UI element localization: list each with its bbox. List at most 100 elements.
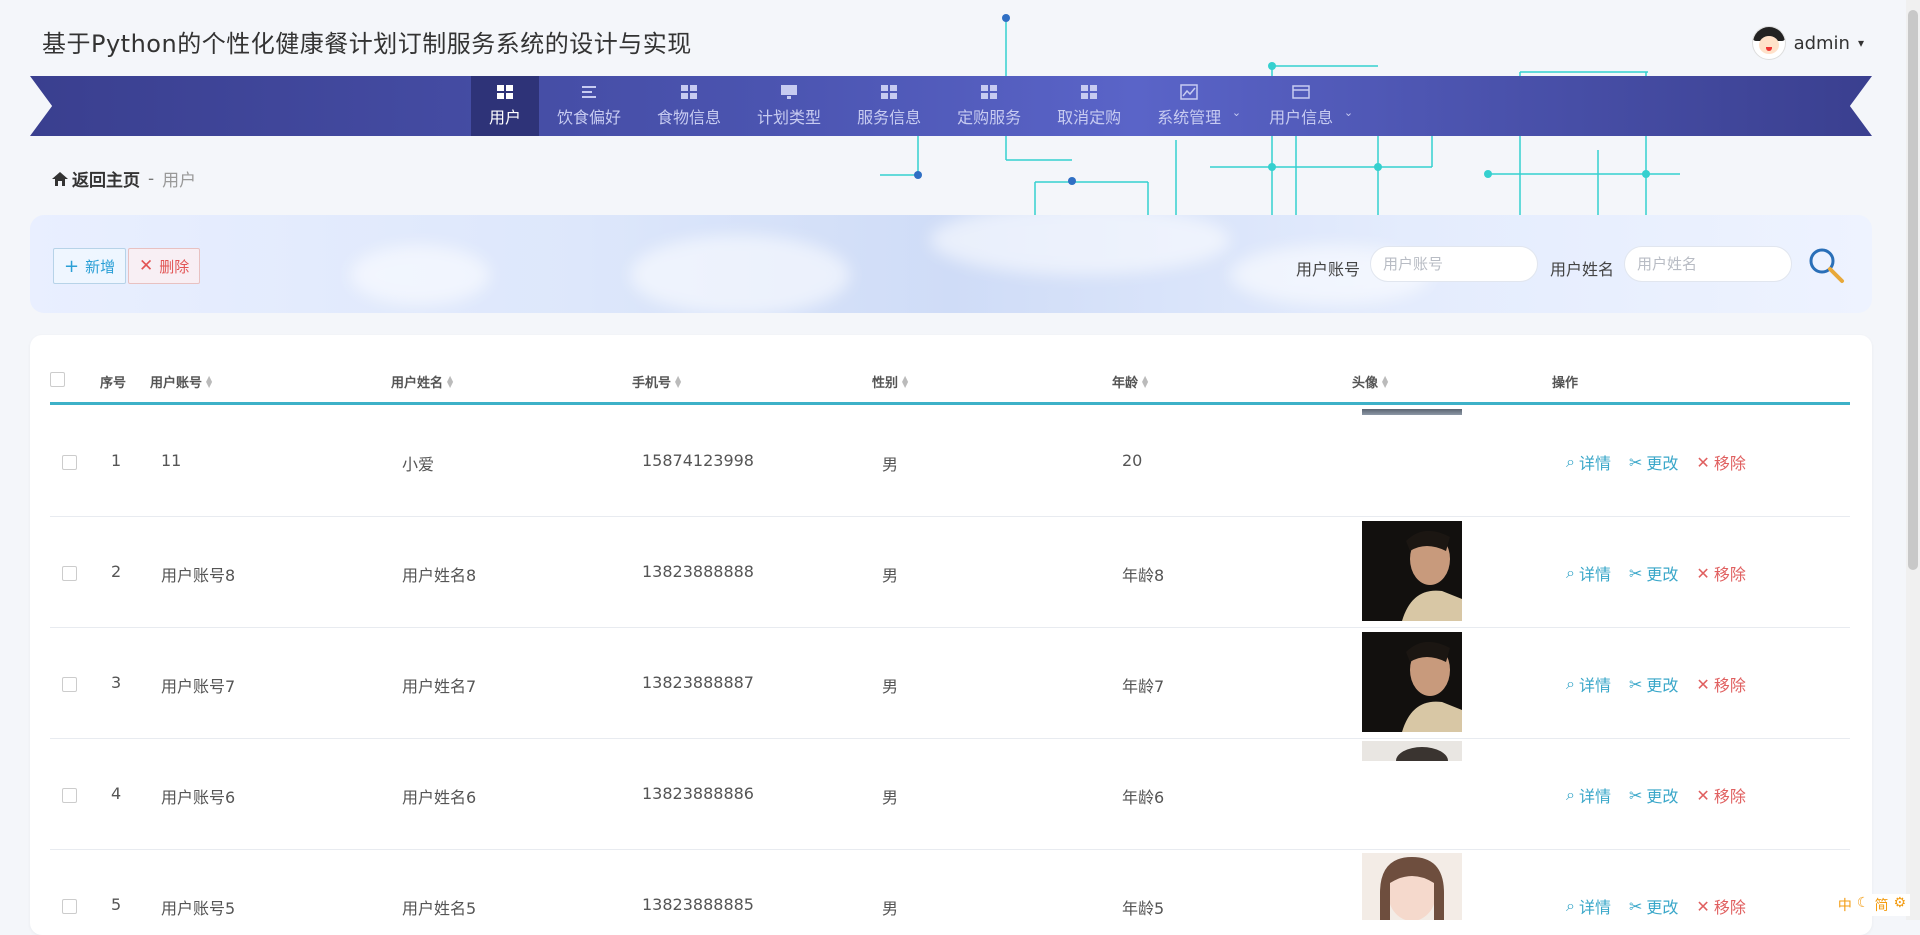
table-row: 5 用户账号5 用户姓名5 13823888885 男 年龄5 ⌕ 详情 ✂ 更改 …	[50, 849, 1850, 920]
chevron-down-icon: ▾	[1857, 36, 1864, 50]
column-header-account[interactable]: 用户账号 ▲ ▼	[150, 372, 212, 391]
cell-no: 1	[111, 451, 122, 470]
detail-button[interactable]: ⌕ 详情	[1566, 783, 1611, 807]
nav-item-plan-type[interactable]: 计划类型	[739, 76, 839, 136]
search-icon: ⌕	[1566, 452, 1575, 471]
close-icon: ✕	[1696, 452, 1710, 472]
sort-icon: ▲ ▼	[206, 373, 213, 389]
breadcrumb: 返回主页 - 用户	[52, 166, 196, 191]
sort-icon: ▲ ▼	[1142, 373, 1149, 389]
nav-item-order-service[interactable]: 定购服务	[939, 76, 1039, 136]
chevron-down-icon: ⌄	[1231, 106, 1242, 119]
name-search-input[interactable]	[1624, 246, 1792, 282]
sort-icon: ▲ ▼	[902, 373, 909, 389]
detail-button[interactable]: ⌕ 详情	[1566, 894, 1611, 918]
cell-account: 用户账号7	[161, 677, 236, 696]
list-icon	[582, 86, 597, 98]
delete-button[interactable]: ✕ 删除	[128, 248, 201, 284]
edit-button[interactable]: ✂ 更改	[1629, 672, 1678, 696]
row-checkbox[interactable]	[62, 455, 77, 470]
cell-no: 4	[111, 784, 122, 803]
page-scrollbar[interactable]	[1906, 0, 1920, 920]
search-icon: ⌕	[1566, 674, 1575, 693]
cell-name: 用户姓名8	[402, 566, 477, 585]
cell-gender: 男	[882, 455, 899, 474]
remove-button[interactable]: ✕ 移除	[1696, 450, 1745, 474]
app-header: 基于Python的个性化健康餐计划订制服务系统的设计与实现 admin ▾	[0, 0, 1920, 76]
ime-mode[interactable]: 中	[1838, 895, 1852, 915]
app-title: 基于Python的个性化健康餐计划订制服务系统的设计与实现	[42, 30, 692, 58]
avatar-image[interactable]	[1362, 853, 1462, 920]
nav-label: 系统管理	[1157, 108, 1222, 127]
row-actions: ⌕ 详情 ✂ 更改 ✕ 移除	[1566, 561, 1746, 585]
user-menu[interactable]: admin ▾	[1751, 26, 1864, 60]
nav-item-food-info[interactable]: 食物信息	[639, 76, 739, 136]
cell-age: 20	[1122, 451, 1143, 470]
edit-button[interactable]: ✂ 更改	[1629, 783, 1678, 807]
grid-icon	[497, 85, 513, 99]
add-button[interactable]: + 新增	[53, 248, 127, 284]
row-checkbox[interactable]	[62, 899, 77, 914]
nav-item-diet-preference[interactable]: 饮食偏好	[539, 76, 639, 136]
detail-button[interactable]: ⌕ 详情	[1566, 450, 1611, 474]
cell-phone: 13823888888	[642, 562, 754, 581]
row-actions: ⌕ 详情 ✂ 更改 ✕ 移除	[1566, 783, 1746, 807]
close-icon: ✕	[1696, 896, 1710, 916]
chart-icon	[1180, 84, 1198, 100]
edit-button[interactable]: ✂ 更改	[1629, 561, 1678, 585]
cell-phone: 13823888885	[642, 895, 754, 914]
nav-item-cancel-order[interactable]: 取消定购	[1039, 76, 1139, 136]
scrollbar-thumb[interactable]	[1908, 10, 1918, 570]
remove-button[interactable]: ✕ 移除	[1696, 561, 1745, 585]
column-header-phone[interactable]: 手机号 ▲ ▼	[632, 372, 681, 391]
row-checkbox[interactable]	[62, 677, 77, 692]
column-header-gender[interactable]: 性别 ▲ ▼	[872, 372, 908, 391]
ime-script[interactable]: 简	[1874, 895, 1888, 915]
grid-icon	[1081, 85, 1098, 99]
detail-button[interactable]: ⌕ 详情	[1566, 561, 1611, 585]
edit-button[interactable]: ✂ 更改	[1629, 894, 1678, 918]
detail-button[interactable]: ⌕ 详情	[1566, 672, 1611, 696]
column-header-no: 序号	[100, 376, 127, 391]
account-search-input[interactable]	[1370, 246, 1538, 282]
avatar-image[interactable]	[1362, 521, 1462, 621]
row-checkbox[interactable]	[62, 788, 77, 803]
breadcrumb-home[interactable]: 返回主页	[52, 166, 140, 191]
select-all-checkbox[interactable]	[50, 372, 65, 387]
column-header-name[interactable]: 用户姓名 ▲ ▼	[391, 372, 453, 391]
cell-age: 年龄8	[1122, 566, 1165, 585]
column-header-actions: 操作	[1552, 376, 1579, 391]
column-header-avatar[interactable]: 头像 ▲ ▼	[1352, 372, 1388, 391]
remove-button[interactable]: ✕ 移除	[1696, 894, 1745, 918]
avatar-image[interactable]	[1362, 741, 1462, 761]
cell-age: 年龄7	[1122, 677, 1165, 696]
close-icon: ✕	[1696, 563, 1710, 583]
user-avatar	[1751, 26, 1786, 60]
ime-toolbar[interactable]: 中 ☾ 简 ⚙	[1833, 894, 1910, 916]
remove-button[interactable]: ✕ 移除	[1696, 783, 1745, 807]
nav-item-system-management[interactable]: 系统管理 ⌄	[1139, 76, 1251, 136]
breadcrumb-separator: -	[148, 168, 155, 189]
cell-no: 5	[111, 895, 122, 914]
search-icon[interactable]	[1806, 245, 1846, 285]
avatar-image[interactable]	[1362, 632, 1462, 732]
nav-label: 饮食偏好	[557, 108, 622, 127]
table-row: 3 用户账号7 用户姓名7 13823888887 男 年龄7 ⌕ 详情 ✂ 更改 …	[50, 627, 1850, 739]
cell-account: 用户账号8	[161, 566, 236, 585]
close-icon: ✕	[139, 256, 154, 276]
table-row: 1 11 小爱 15874123998 男 20 ⌕ 详情 ✂ 更改 ✕ 移除	[50, 405, 1850, 517]
table-row: 2 用户账号8 用户姓名8 13823888888 男 年龄8 ⌕ 详情 ✂ 更改 …	[50, 516, 1850, 628]
chevron-down-icon: ⌄	[1343, 106, 1354, 119]
row-actions: ⌕ 详情 ✂ 更改 ✕ 移除	[1566, 450, 1746, 474]
edit-button[interactable]: ✂ 更改	[1629, 450, 1678, 474]
row-checkbox[interactable]	[62, 566, 77, 581]
nav-item-user-info[interactable]: 用户信息 ⌄	[1251, 76, 1363, 136]
remove-button[interactable]: ✕ 移除	[1696, 672, 1745, 696]
nav-item-service-info[interactable]: 服务信息	[839, 76, 939, 136]
monitor-icon	[781, 85, 798, 99]
nav-item-user[interactable]: 用户	[471, 76, 540, 136]
avatar-image[interactable]	[1362, 409, 1462, 415]
name-search-label: 用户姓名	[1550, 260, 1615, 279]
column-header-age[interactable]: 年龄 ▲ ▼	[1112, 372, 1148, 391]
nav-label: 定购服务	[957, 108, 1022, 127]
